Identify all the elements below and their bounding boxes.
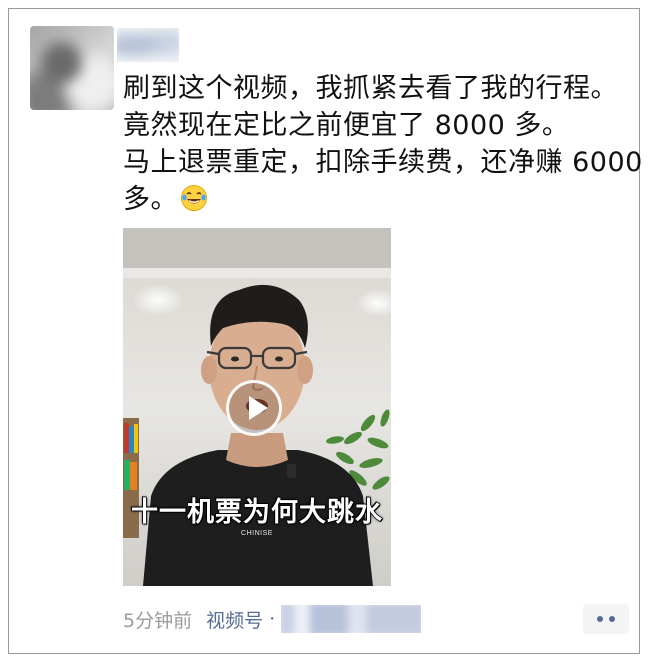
- avatar[interactable]: [30, 26, 114, 110]
- video-caption: 十一机票为何大跳水: [130, 496, 383, 529]
- channels-link[interactable]: 视频号: [206, 606, 263, 633]
- channel-separator: ·: [269, 608, 276, 630]
- more-options-button[interactable]: [583, 604, 629, 634]
- more-dot-icon: [609, 616, 615, 622]
- post-text-line: 刷到这个视频，我抓紧去看了我的行程。: [123, 73, 618, 104]
- post-footer: 5分钟前 视频号 ·: [123, 605, 422, 633]
- more-dot-icon: [597, 616, 603, 622]
- channel-name-blurred[interactable]: [281, 605, 422, 633]
- post-text-line-last: 多。: [123, 181, 643, 218]
- play-button[interactable]: [226, 380, 282, 436]
- post-timestamp: 5分钟前: [123, 609, 193, 632]
- laughing-with-tears-emoji-icon: [181, 185, 207, 211]
- shirt-brand-text: CHINISE: [241, 530, 273, 537]
- post-text-line: 马上退票重定，扣除手续费，还净赚 6000: [123, 147, 643, 178]
- post-text-line: 竟然现在定比之前便宜了 8000 多。: [123, 110, 570, 141]
- post-text-line: 多。: [123, 184, 178, 215]
- nickname-blurred[interactable]: [117, 28, 179, 62]
- post-text: 刷到这个视频，我抓紧去看了我的行程。 竟然现在定比之前便宜了 8000 多。 马…: [123, 70, 643, 218]
